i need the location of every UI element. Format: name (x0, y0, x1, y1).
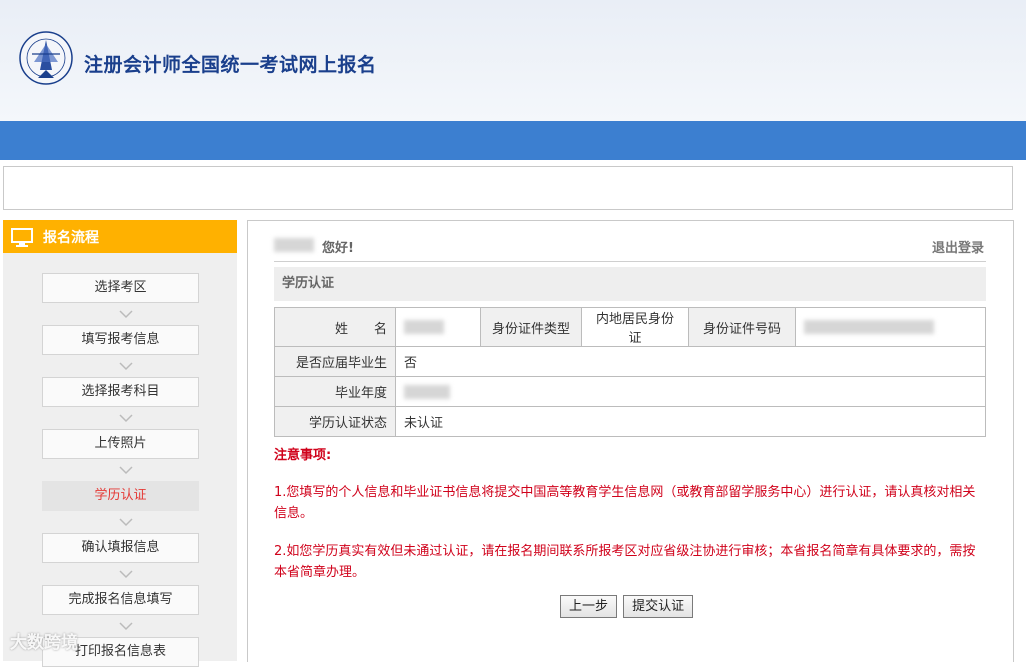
note-item: 2.如您学历真实有效但未通过认证，请在报名期间联系所报考区对应省级注协进行审核；… (274, 544, 976, 580)
step-complete-registration[interactable]: 完成报名信息填写 (42, 585, 199, 615)
chevron-down-icon (119, 310, 133, 319)
nav-bar (0, 121, 1026, 160)
main-panel: 您好! 退出登录 学历认证 姓 名 身份证件类型 内地居民身份证 身份证件号码 … (247, 220, 1014, 662)
grad-year-value (395, 376, 986, 407)
button-row: 上一步 提交认证 (560, 595, 695, 618)
cert-status-label: 学历认证状态 (274, 406, 396, 437)
chevron-down-icon (119, 362, 133, 371)
step-education-verification[interactable]: 学历认证 (42, 481, 199, 511)
graduate-value: 否 (395, 346, 986, 377)
notice-box (3, 166, 1013, 210)
step-select-exam-area[interactable]: 选择考区 (42, 273, 199, 303)
chevron-down-icon (119, 414, 133, 423)
step-select-subjects[interactable]: 选择报考科目 (42, 377, 199, 407)
note-item: 1.您填写的个人信息和毕业证书信息将提交中国高等教育学生信息网（或教育部留学服务… (274, 485, 976, 521)
greeting-text: 您好! (322, 241, 354, 256)
greeting-row: 您好! 退出登录 (274, 235, 986, 262)
graduate-label: 是否应届毕业生 (274, 346, 396, 377)
watermark: 大数跨境 (10, 628, 78, 653)
notes-title: 注意事项: (274, 448, 332, 463)
id-number-value (795, 307, 986, 347)
site-title: 注册会计师全国统一考试网上报名 (84, 54, 377, 76)
step-upload-photo[interactable]: 上传照片 (42, 429, 199, 459)
chevron-down-icon (119, 518, 133, 527)
submit-verification-button[interactable]: 提交认证 (623, 595, 694, 618)
sidebar: 报名流程 选择考区 填写报考信息 选择报考科目 上传照片 学历认证 确认填报信息… (3, 220, 237, 667)
id-type-label: 身份证件类型 (480, 307, 582, 347)
step-confirm-info[interactable]: 确认填报信息 (42, 533, 199, 563)
user-name-redacted (274, 238, 314, 252)
sidebar-title: 报名流程 (43, 229, 99, 246)
step-fill-exam-info[interactable]: 填写报考信息 (42, 325, 199, 355)
watermark-text: 大数跨境 (10, 633, 78, 653)
chevron-down-icon (119, 622, 133, 631)
notes-section: 注意事项: 1.您填写的个人信息和毕业证书信息将提交中国高等教育学生信息网（或教… (274, 445, 988, 600)
section-title: 学历认证 (274, 267, 986, 301)
table-row: 毕业年度 (274, 376, 986, 407)
redacted-value (404, 320, 444, 334)
grad-year-label: 毕业年度 (274, 376, 396, 407)
cert-status-value: 未认证 (395, 406, 986, 437)
monitor-icon (11, 227, 33, 247)
id-type-value: 内地居民身份证 (581, 307, 689, 347)
cicpa-logo-icon (19, 31, 73, 85)
name-label: 姓 名 (274, 307, 396, 347)
chevron-down-icon (119, 570, 133, 579)
candidate-info-table: 姓 名 身份证件类型 内地居民身份证 身份证件号码 是否应届毕业生 否 毕业年度… (274, 307, 986, 437)
name-value (395, 307, 481, 347)
id-number-label: 身份证件号码 (688, 307, 796, 347)
redacted-value (404, 384, 450, 399)
table-row: 学历认证状态 未认证 (274, 406, 986, 437)
table-row: 姓 名 身份证件类型 内地居民身份证 身份证件号码 (274, 307, 986, 347)
sidebar-header: 报名流程 (3, 220, 237, 253)
chevron-down-icon (119, 466, 133, 475)
prev-step-button[interactable]: 上一步 (560, 595, 618, 618)
table-row: 是否应届毕业生 否 (274, 346, 986, 377)
redacted-value (804, 320, 934, 334)
site-header: 注册会计师全国统一考试网上报名 (0, 0, 1026, 121)
logout-link[interactable]: 退出登录 (932, 237, 984, 256)
